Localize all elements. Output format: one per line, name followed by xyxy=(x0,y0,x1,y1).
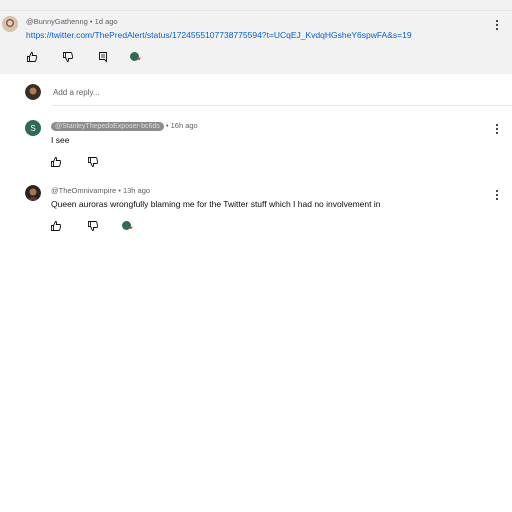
dislike-icon[interactable] xyxy=(87,156,99,168)
more-vert-icon[interactable] xyxy=(494,19,500,31)
creator-heart-icon[interactable] xyxy=(121,220,133,232)
comment-meta: @BunnyGathenng • 1d ago xyxy=(26,17,118,26)
more-vert-icon[interactable] xyxy=(494,123,500,135)
comment-author[interactable]: @BunnyGathenng xyxy=(26,17,88,26)
like-icon[interactable] xyxy=(50,156,62,168)
dislike-icon[interactable] xyxy=(62,51,74,63)
reply-author[interactable]: @TheOmnivampire xyxy=(51,186,116,195)
reply-time[interactable]: 16h ago xyxy=(171,121,198,130)
meta-separator: • xyxy=(165,121,169,130)
comment-time[interactable]: 1d ago xyxy=(95,17,118,26)
creator-heart-icon[interactable] xyxy=(129,51,141,63)
like-icon[interactable] xyxy=(26,51,38,63)
user-avatar-icon xyxy=(25,84,41,100)
reply-avatar-s[interactable]: S xyxy=(25,120,41,136)
reply-meta: @StanleyThepedoExposer-bc6ds • 16h ago xyxy=(51,121,198,131)
reply-input[interactable]: Add a reply... xyxy=(53,88,100,97)
avatar-image-icon xyxy=(25,185,41,201)
avatar[interactable] xyxy=(2,16,18,32)
meta-separator: • xyxy=(118,186,121,195)
meta-separator: • xyxy=(89,17,93,26)
comment-link[interactable]: https://twitter.com/ThePredAlert/status/… xyxy=(26,30,412,40)
reply-avatar xyxy=(25,84,41,100)
avatar-image-icon xyxy=(2,16,18,32)
top-strip xyxy=(0,0,512,10)
avatar-letter: S xyxy=(30,123,36,133)
reply-icon[interactable] xyxy=(97,51,109,63)
reply-avatar[interactable] xyxy=(25,185,41,201)
dislike-icon[interactable] xyxy=(87,220,99,232)
reply-meta: @TheOmnivampire • 13h ago xyxy=(51,186,150,195)
more-vert-icon[interactable] xyxy=(494,189,500,201)
reply-text: I see xyxy=(51,135,70,145)
reply-text: Queen auroras wrongfully blaming me for … xyxy=(51,199,381,209)
like-icon[interactable] xyxy=(50,220,62,232)
reply-author[interactable]: @StanleyThepedoExposer-bc6ds xyxy=(51,122,164,131)
reply-time[interactable]: 13h ago xyxy=(123,186,150,195)
reply-input-underline xyxy=(52,105,512,106)
